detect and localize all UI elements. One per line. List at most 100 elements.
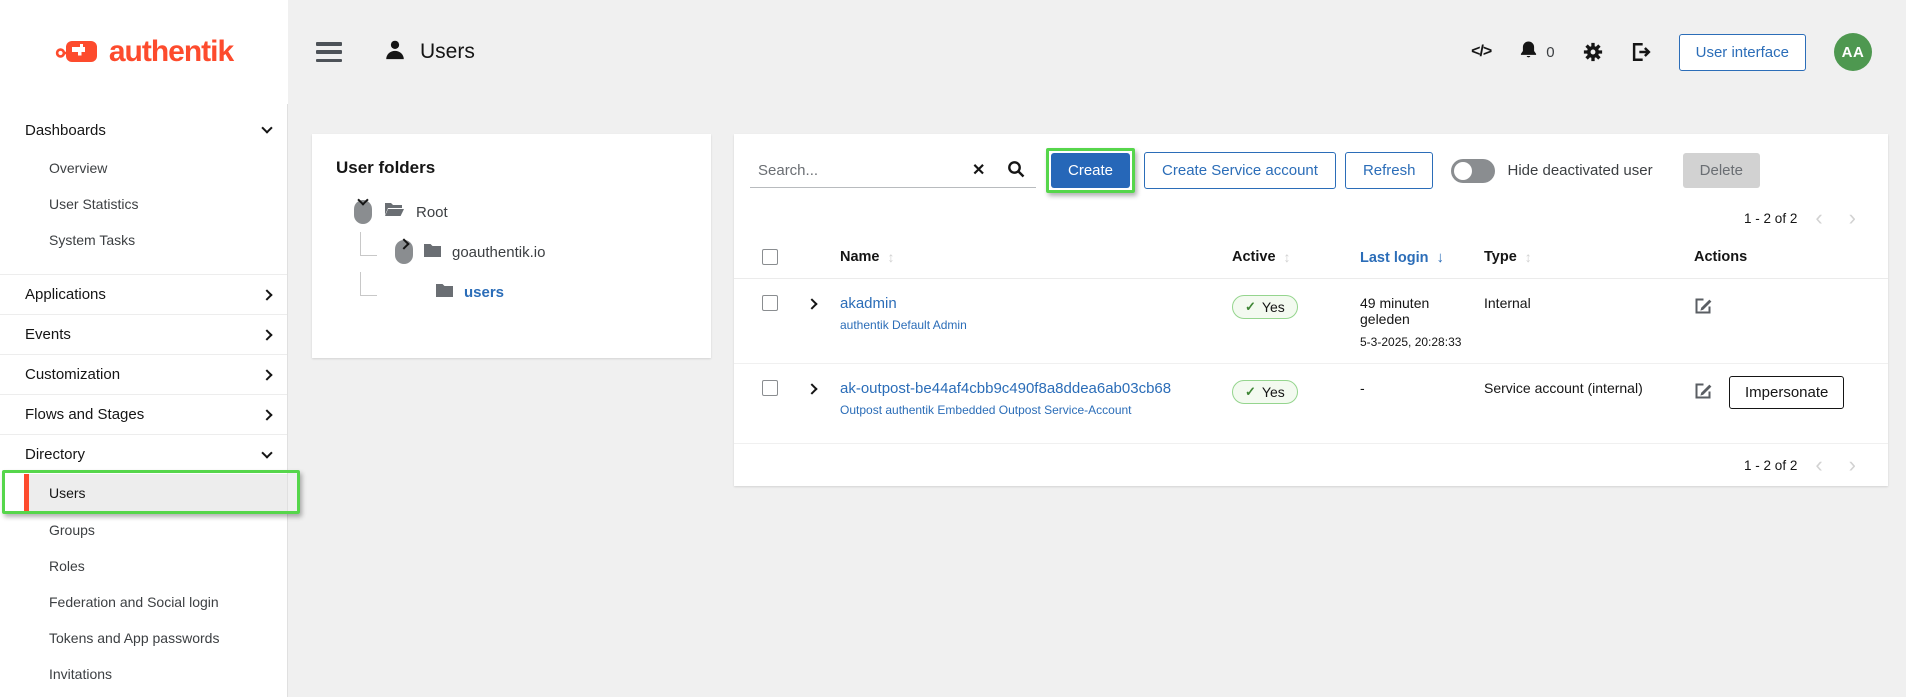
notification-count: 0 (1546, 44, 1554, 61)
last-login: - (1360, 380, 1468, 396)
folder-icon (423, 242, 442, 263)
status-badge: ✓ Yes (1232, 380, 1298, 404)
sidebar-nav: Dashboards Overview User Statistics Syst… (0, 104, 288, 697)
sidebar-item-dashboards[interactable]: Dashboards (0, 110, 287, 150)
sidebar-item-tokens[interactable]: Tokens and App passwords (0, 620, 287, 656)
sidebar-item-federation[interactable]: Federation and Social login (0, 584, 287, 620)
folder-open-icon (384, 201, 404, 223)
sidebar-item-system-tasks[interactable]: System Tasks (0, 222, 287, 258)
pagination-next-button[interactable]: › (1841, 207, 1864, 229)
toggle-label: Hide deactivated user (1507, 162, 1652, 179)
users-table-panel: ✕ Create Create Service account Refresh (734, 134, 1888, 486)
sort-desc-icon: ↓ (1436, 249, 1444, 266)
avatar[interactable]: AA (1834, 33, 1872, 71)
sidebar-item-groups[interactable]: Groups (0, 512, 287, 548)
row-checkbox[interactable] (762, 295, 778, 311)
tree-node-users[interactable]: users (336, 272, 687, 312)
page-title-group: Users (384, 39, 475, 66)
header-bar: Users </> 0 (288, 0, 1906, 104)
main-content: User folders Root (288, 104, 1906, 697)
sidebar-item-roles[interactable]: Roles (0, 548, 287, 584)
edit-pencil-icon (1694, 388, 1713, 403)
sort-icon: ↕ (888, 249, 895, 265)
sidebar-item-events[interactable]: Events (0, 314, 287, 354)
chevron-right-icon (261, 409, 272, 420)
pagination-range: 1 - 2 of 2 (1744, 211, 1797, 226)
notifications-bell[interactable]: 0 (1519, 40, 1554, 64)
clear-search-button[interactable]: ✕ (961, 154, 996, 187)
hamburger-menu-icon[interactable] (316, 42, 342, 62)
column-header-last-login[interactable]: Last login ↓ (1352, 239, 1476, 278)
hide-deactivated-toggle-group: Hide deactivated user (1451, 159, 1652, 183)
sidebar-item-customization[interactable]: Customization (0, 354, 287, 394)
delete-button[interactable]: Delete (1683, 153, 1760, 188)
settings-gear-icon[interactable] (1583, 42, 1603, 62)
sidebar-item-users[interactable]: Users (24, 474, 287, 512)
brand-logo[interactable]: authentik (0, 0, 288, 104)
search-group: ✕ (750, 154, 1036, 188)
folder-tree: Root goauthentik.io users (336, 192, 687, 312)
edit-pencil-icon (1694, 303, 1713, 318)
sidebar-item-directory[interactable]: Directory (0, 434, 287, 474)
authentik-admin-page: authentik Users </> (0, 0, 1906, 697)
pagination-bottom: 1 - 2 of 2 ‹ › (734, 444, 1888, 486)
select-all-checkbox[interactable] (762, 249, 778, 265)
sort-icon: ↕ (1284, 249, 1291, 265)
tree-node-root[interactable]: Root (336, 192, 687, 232)
sidebar-item-applications[interactable]: Applications (0, 274, 287, 314)
user-subtitle[interactable]: authentik Default Admin (840, 318, 1216, 332)
column-header-active[interactable]: Active ↕ (1224, 239, 1352, 277)
folders-panel-title: User folders (336, 158, 687, 178)
impersonate-button[interactable]: Impersonate (1729, 376, 1844, 409)
expand-row-icon[interactable] (806, 383, 817, 394)
chevron-right-icon (261, 289, 272, 300)
create-service-account-button[interactable]: Create Service account (1144, 152, 1336, 189)
user-subtitle[interactable]: Outpost authentik Embedded Outpost Servi… (840, 403, 1216, 417)
column-header-type[interactable]: Type ↕ (1476, 239, 1686, 277)
table-row: ak-outpost-be44af4cbb9c490f8a8ddea6ab03c… (734, 364, 1888, 444)
edit-user-button[interactable] (1694, 296, 1713, 318)
user-type: Internal (1484, 295, 1531, 311)
table-toolbar: ✕ Create Create Service account Refresh (734, 134, 1888, 193)
user-name-link[interactable]: akadmin (840, 295, 1216, 312)
bell-icon (1519, 40, 1538, 64)
chevron-right-icon (261, 329, 272, 340)
pagination-range: 1 - 2 of 2 (1744, 458, 1797, 473)
tree-connector (360, 272, 377, 296)
search-button[interactable] (996, 154, 1036, 187)
authentik-key-icon (55, 32, 101, 73)
chevron-down-icon[interactable] (354, 200, 372, 224)
table-row: akadmin authentik Default Admin ✓ Yes 49… (734, 279, 1888, 364)
create-button[interactable]: Create (1051, 153, 1130, 188)
sidebar-item-flows-and-stages[interactable]: Flows and Stages (0, 394, 287, 434)
sidebar-item-user-statistics[interactable]: User Statistics (0, 186, 287, 222)
pagination-prev-button[interactable]: ‹ (1807, 207, 1830, 229)
sign-out-icon[interactable] (1631, 42, 1651, 62)
search-icon (1007, 160, 1025, 181)
sort-icon: ↕ (1525, 249, 1532, 265)
pagination-next-button[interactable]: › (1841, 454, 1864, 476)
search-input[interactable] (750, 154, 961, 187)
edit-user-button[interactable] (1694, 381, 1713, 403)
pagination-prev-button[interactable]: ‹ (1807, 454, 1830, 476)
api-code-icon[interactable]: </> (1471, 43, 1491, 61)
tree-connector (360, 232, 377, 256)
refresh-button[interactable]: Refresh (1345, 152, 1434, 189)
expand-row-icon[interactable] (806, 298, 817, 309)
sidebar-item-invitations[interactable]: Invitations (0, 656, 287, 692)
top-header: authentik Users </> (0, 0, 1906, 104)
user-name-link[interactable]: ak-outpost-be44af4cbb9c490f8a8ddea6ab03c… (840, 380, 1216, 397)
last-login: 49 minuten geleden (1360, 295, 1468, 327)
chevron-down-icon (261, 122, 272, 133)
column-header-actions: Actions (1686, 239, 1888, 277)
brand-wordmark: authentik (109, 35, 233, 69)
last-login-detail: 5-3-2025, 20:28:33 (1360, 335, 1468, 349)
sidebar-item-overview[interactable]: Overview (0, 150, 287, 186)
tree-node-goauthentik[interactable]: goauthentik.io (336, 232, 687, 272)
column-header-name[interactable]: Name ↕ (832, 239, 1224, 277)
chevron-right-icon[interactable] (395, 240, 413, 264)
row-checkbox[interactable] (762, 380, 778, 396)
folder-icon (435, 282, 454, 303)
user-interface-button[interactable]: User interface (1679, 34, 1806, 71)
hide-deactivated-toggle[interactable] (1451, 159, 1495, 183)
